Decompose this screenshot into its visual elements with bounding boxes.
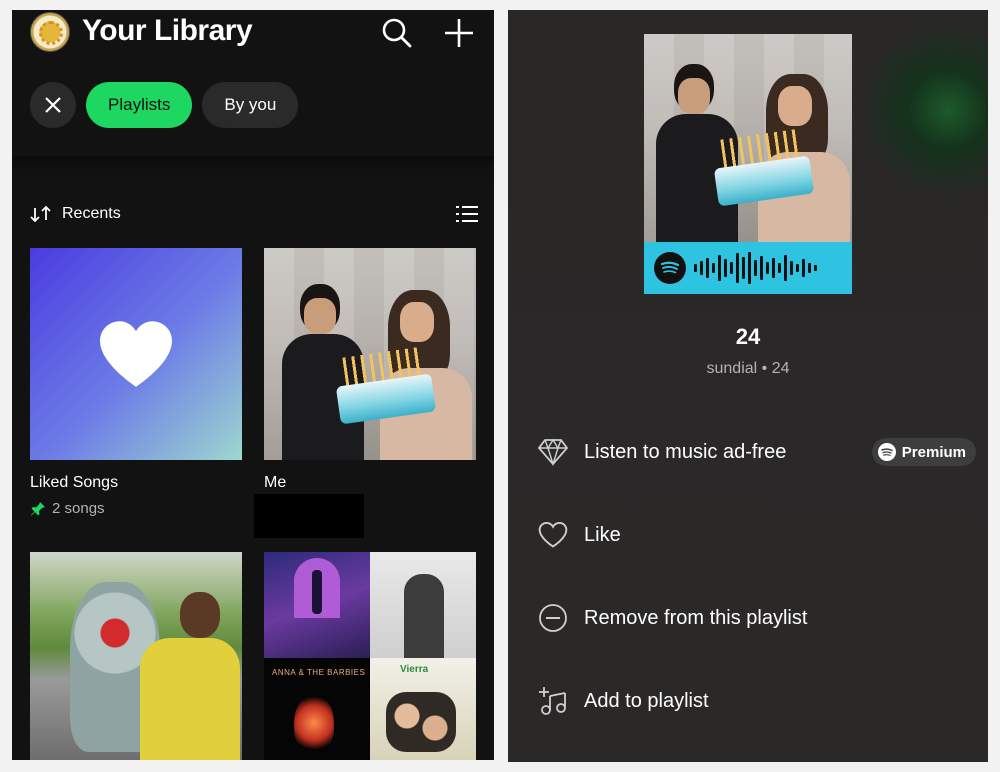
library-panel: Liked Songs 2 songs Me ANNA & THE BARBIE… — [12, 10, 494, 760]
redacted-subtitle — [254, 494, 364, 538]
liked-songs-count: 2 songs — [52, 500, 105, 517]
cover-photo — [644, 34, 852, 242]
add-icon[interactable] — [442, 16, 476, 50]
spotify-code — [644, 242, 852, 294]
page-title: Your Library — [82, 14, 253, 47]
menu-item-like[interactable]: Like — [536, 515, 976, 555]
playlist-mosaic-art: ANNA & THE BARBIES Vierra — [264, 552, 476, 760]
heart-icon — [100, 321, 172, 387]
filter-chips: Playlists By you — [30, 82, 299, 128]
close-icon — [45, 97, 61, 113]
list-view-icon[interactable] — [456, 204, 478, 224]
liked-songs-art — [30, 248, 242, 460]
playlist-me-title: Me — [264, 474, 287, 491]
playlist-boy-art — [30, 552, 242, 760]
filter-chip-playlists[interactable]: Playlists — [86, 82, 193, 128]
sort-label: Recents — [62, 205, 121, 222]
remove-circle-icon — [536, 601, 570, 635]
menu-item-ad-free[interactable]: Listen to music ad-free Premium — [536, 432, 976, 472]
playlist-me-art — [264, 248, 476, 460]
add-to-playlist-icon — [536, 684, 570, 718]
sort-arrows-icon — [30, 206, 51, 222]
song-cover — [644, 34, 852, 296]
heart-outline-icon — [536, 518, 570, 552]
mosaic-label-anna: ANNA & THE BARBIES — [272, 668, 366, 677]
spotify-logo-icon — [654, 252, 686, 284]
menu-label-remove: Remove from this playlist — [584, 606, 808, 629]
library-header: Your Library Playlists By you — [12, 10, 494, 156]
menu-label-ad-free: Listen to music ad-free — [584, 440, 787, 463]
song-title: 24 — [735, 324, 761, 349]
filter-chip-by-you[interactable]: By you — [202, 82, 299, 128]
avatar[interactable] — [30, 12, 70, 52]
playlist-card-me[interactable]: Me — [264, 248, 476, 492]
playlist-card-boy[interactable] — [30, 552, 242, 760]
menu-label-like: Like — [584, 523, 621, 546]
sort-row: Recents — [30, 202, 478, 226]
playlist-card-mosaic[interactable]: ANNA & THE BARBIES Vierra — [264, 552, 476, 760]
search-icon[interactable] — [380, 16, 414, 50]
liked-songs-title: Liked Songs — [30, 474, 119, 491]
spotify-code-bars — [694, 248, 817, 288]
spotify-logo-icon — [877, 443, 896, 461]
mosaic-label-vierra: Vierra — [400, 664, 429, 675]
premium-badge-label: Premium — [901, 443, 966, 461]
liked-songs-subtitle: 2 songs — [30, 500, 242, 517]
liked-songs-card[interactable]: Liked Songs 2 songs — [30, 248, 242, 517]
menu-label-add-to-playlist: Add to playlist — [584, 689, 709, 712]
song-options-panel: 24 sundial • 24 Listen to music ad-free … — [508, 10, 988, 762]
diamond-icon — [536, 435, 570, 469]
song-subtitle: sundial • 24 — [706, 360, 790, 377]
sort-button[interactable]: Recents — [30, 205, 121, 223]
clear-filter-button[interactable] — [30, 82, 76, 128]
premium-badge: Premium — [871, 438, 976, 466]
menu-item-remove[interactable]: Remove from this playlist — [536, 598, 976, 638]
menu-item-add-to-playlist[interactable]: Add to playlist — [536, 681, 976, 721]
pin-icon — [31, 501, 45, 515]
